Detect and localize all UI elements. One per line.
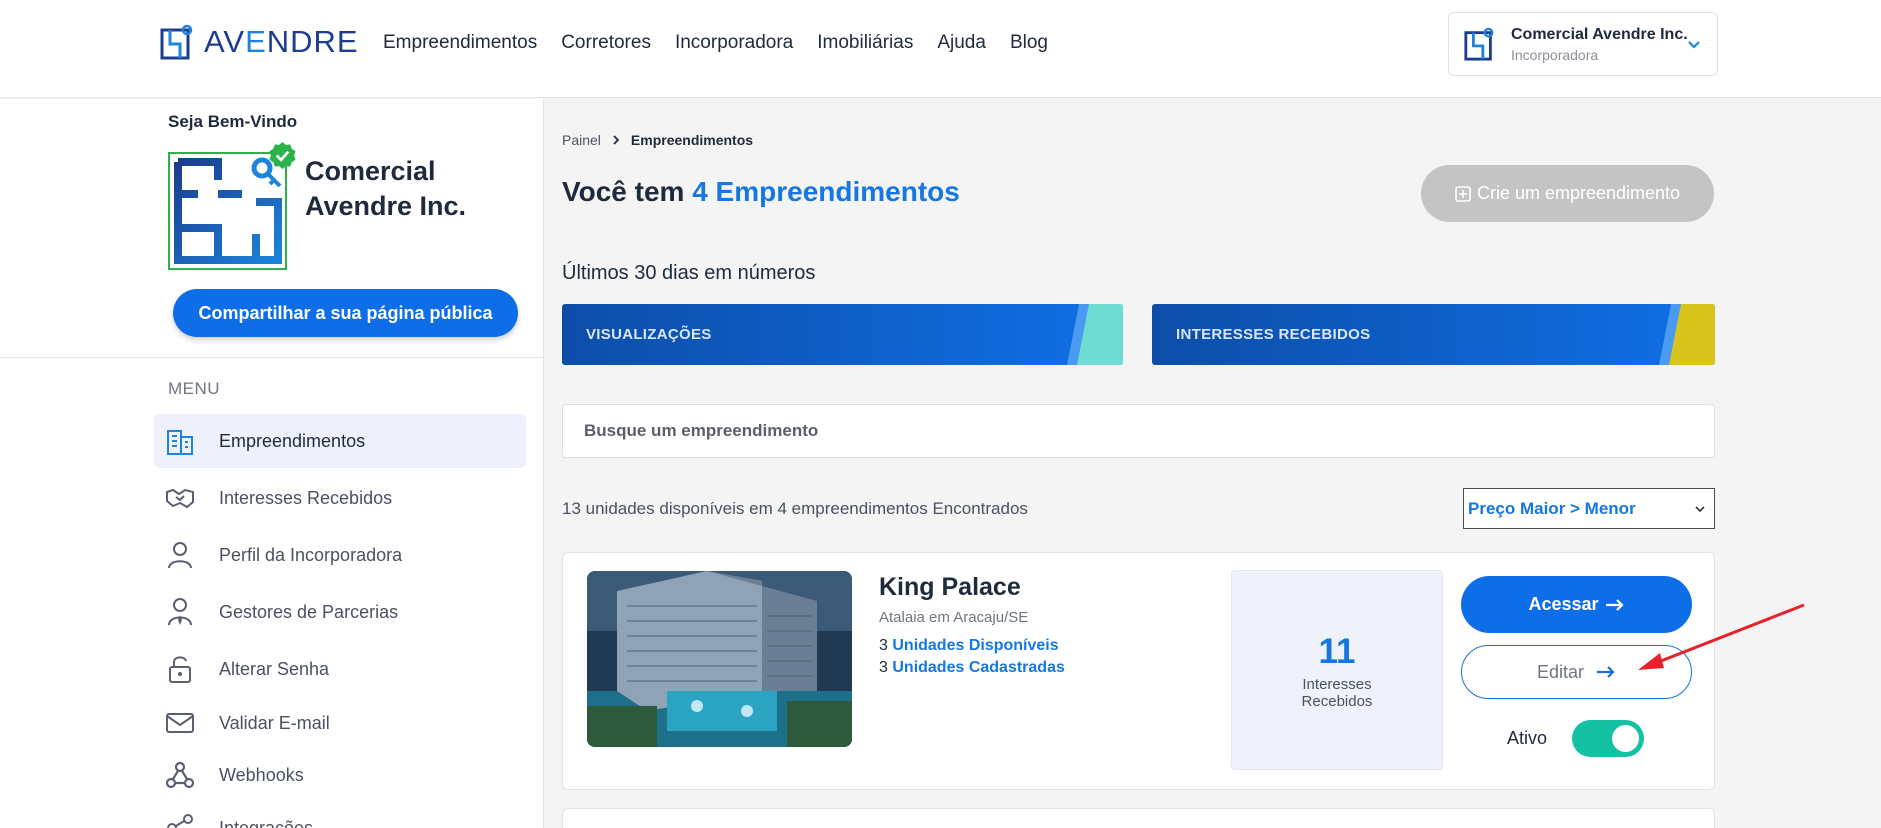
account-role: Incorporadora <box>1511 46 1599 63</box>
sidebar-item-label: Empreendimentos <box>219 430 366 451</box>
stat-label: VISUALIZAÇÕES <box>586 326 712 343</box>
sidebar-item-validar-email[interactable]: Validar E-mail <box>154 696 526 750</box>
available-units-link[interactable]: Unidades Disponíveis <box>892 637 1058 654</box>
verified-badge-icon <box>269 141 296 170</box>
brand-wordmark: AVENDRE <box>204 24 359 59</box>
plus-square-icon <box>1455 185 1471 202</box>
company-name: Comercial Avendre Inc. <box>305 156 467 221</box>
handshake-icon <box>166 488 194 509</box>
brand-logo[interactable]: AVENDRE <box>160 24 359 60</box>
arrow-right-icon <box>1605 598 1624 611</box>
nav-blog[interactable]: Blog <box>1010 32 1048 54</box>
sidebar-item-alterar-senha[interactable]: Alterar Senha <box>154 642 526 696</box>
webhook-icon <box>165 761 195 789</box>
chevron-right-icon <box>613 135 620 145</box>
sidebar-item-label: Gestores de Parcerias <box>219 601 399 622</box>
sidebar-item-label: Alterar Senha <box>219 658 330 679</box>
development-card: King Palace Atalaia em Aracaju/SE 3 Unid… <box>562 552 1715 790</box>
search-input[interactable] <box>562 404 1715 458</box>
registered-units-link[interactable]: Unidades Cadastradas <box>892 659 1065 676</box>
sidebar-item-perfil[interactable]: Perfil da Incorporadora <box>154 528 526 582</box>
development-title[interactable]: King Palace <box>879 573 1021 602</box>
top-navbar: AVENDRE Empreendimentos Corretores Incor… <box>0 0 1881 98</box>
status-label: Ativo <box>1507 728 1548 748</box>
stat-label: INTERESSES RECEBIDOS <box>1176 326 1371 343</box>
result-count: 13 unidades disponíveis em 4 empreendime… <box>562 499 1028 518</box>
sidebar-item-label: Validar E-mail <box>219 712 330 733</box>
nav-imobiliarias[interactable]: Imobiliárias <box>817 32 913 54</box>
account-name: Comercial Avendre Inc. <box>1511 25 1688 43</box>
stat-accent-shape <box>1659 304 1715 365</box>
page-title: Você tem 4 Empreendimentos <box>562 176 960 207</box>
interests-label: Interesses Recebidos <box>1301 676 1373 710</box>
menu-title: MENU <box>168 379 221 398</box>
sidebar: Seja Bem-Vindo Comercial Avendre Inc. Co… <box>0 99 544 828</box>
nav-empreendimentos[interactable]: Empreendimentos <box>383 32 537 54</box>
mail-icon <box>166 713 194 733</box>
sidebar-item-empreendimentos[interactable]: Empreendimentos <box>154 414 526 468</box>
sidebar-item-integracoes[interactable]: Integrações <box>154 801 526 828</box>
create-development-button[interactable]: Crie um empreendimento <box>1421 165 1714 222</box>
arrow-right-icon <box>1597 666 1615 678</box>
building-icon <box>167 430 193 455</box>
stat-card-visualizacoes: VISUALIZAÇÕES <box>562 304 1123 365</box>
stat-accent-shape <box>1067 304 1123 365</box>
interests-box: 11 Interesses Recebidos <box>1231 570 1443 770</box>
sidebar-divider <box>0 357 543 358</box>
sidebar-item-gestores[interactable]: Gestores de Parcerias <box>154 585 526 639</box>
account-logo-icon <box>1464 27 1494 61</box>
active-toggle[interactable] <box>1572 720 1644 757</box>
development-image[interactable] <box>587 571 852 747</box>
sort-select[interactable]: Preço Maior > Menor <box>1463 488 1715 529</box>
sidebar-item-interesses-recebidos[interactable]: Interesses Recebidos <box>154 471 526 525</box>
nav-ajuda[interactable]: Ajuda <box>937 32 986 54</box>
lock-icon <box>169 656 191 683</box>
stats-title: Últimos 30 dias em números <box>562 262 816 284</box>
sidebar-item-label: Integrações <box>219 817 314 828</box>
user-tie-icon <box>168 598 192 626</box>
chevron-down-icon <box>1688 41 1700 49</box>
breadcrumb: Painel Empreendimentos <box>562 132 753 148</box>
account-dropdown[interactable]: Comercial Avendre Inc. Incorporadora <box>1448 12 1718 76</box>
chevron-down-icon <box>1695 506 1705 513</box>
sidebar-item-label: Webhooks <box>219 764 304 785</box>
nav-incorporadora[interactable]: Incorporadora <box>675 32 793 54</box>
breadcrumb-current: Empreendimentos <box>630 132 754 148</box>
stat-card-interesses: INTERESSES RECEBIDOS <box>1152 304 1715 365</box>
development-card-next <box>562 808 1715 828</box>
development-location: Atalaia em Aracaju/SE <box>879 609 1029 626</box>
welcome-text: Seja Bem-Vindo <box>168 112 298 131</box>
breadcrumb-painel[interactable]: Painel <box>562 132 601 148</box>
sidebar-item-webhooks[interactable]: Webhooks <box>154 748 526 802</box>
avendre-logo-icon <box>160 24 193 60</box>
share-public-page-button[interactable]: Compartilhar a sua página pública <box>173 289 518 337</box>
access-button[interactable]: Acessar <box>1461 576 1692 633</box>
registered-units: 3 Unidades Cadastradas <box>879 659 1065 676</box>
nav-corretores[interactable]: Corretores <box>561 32 651 54</box>
user-icon <box>168 542 192 569</box>
sidebar-item-label: Perfil da Incorporadora <box>219 544 403 565</box>
company-logo-icon <box>174 157 282 264</box>
available-units: 3 Unidades Disponíveis <box>879 637 1059 654</box>
toggle-knob <box>1612 725 1639 752</box>
interests-count: 11 <box>1318 632 1356 671</box>
edit-button[interactable]: Editar <box>1461 645 1692 699</box>
share-nodes-icon <box>167 814 193 828</box>
main-nav: Empreendimentos Corretores Incorporadora… <box>383 32 1048 54</box>
sidebar-item-label: Interesses Recebidos <box>219 487 393 508</box>
